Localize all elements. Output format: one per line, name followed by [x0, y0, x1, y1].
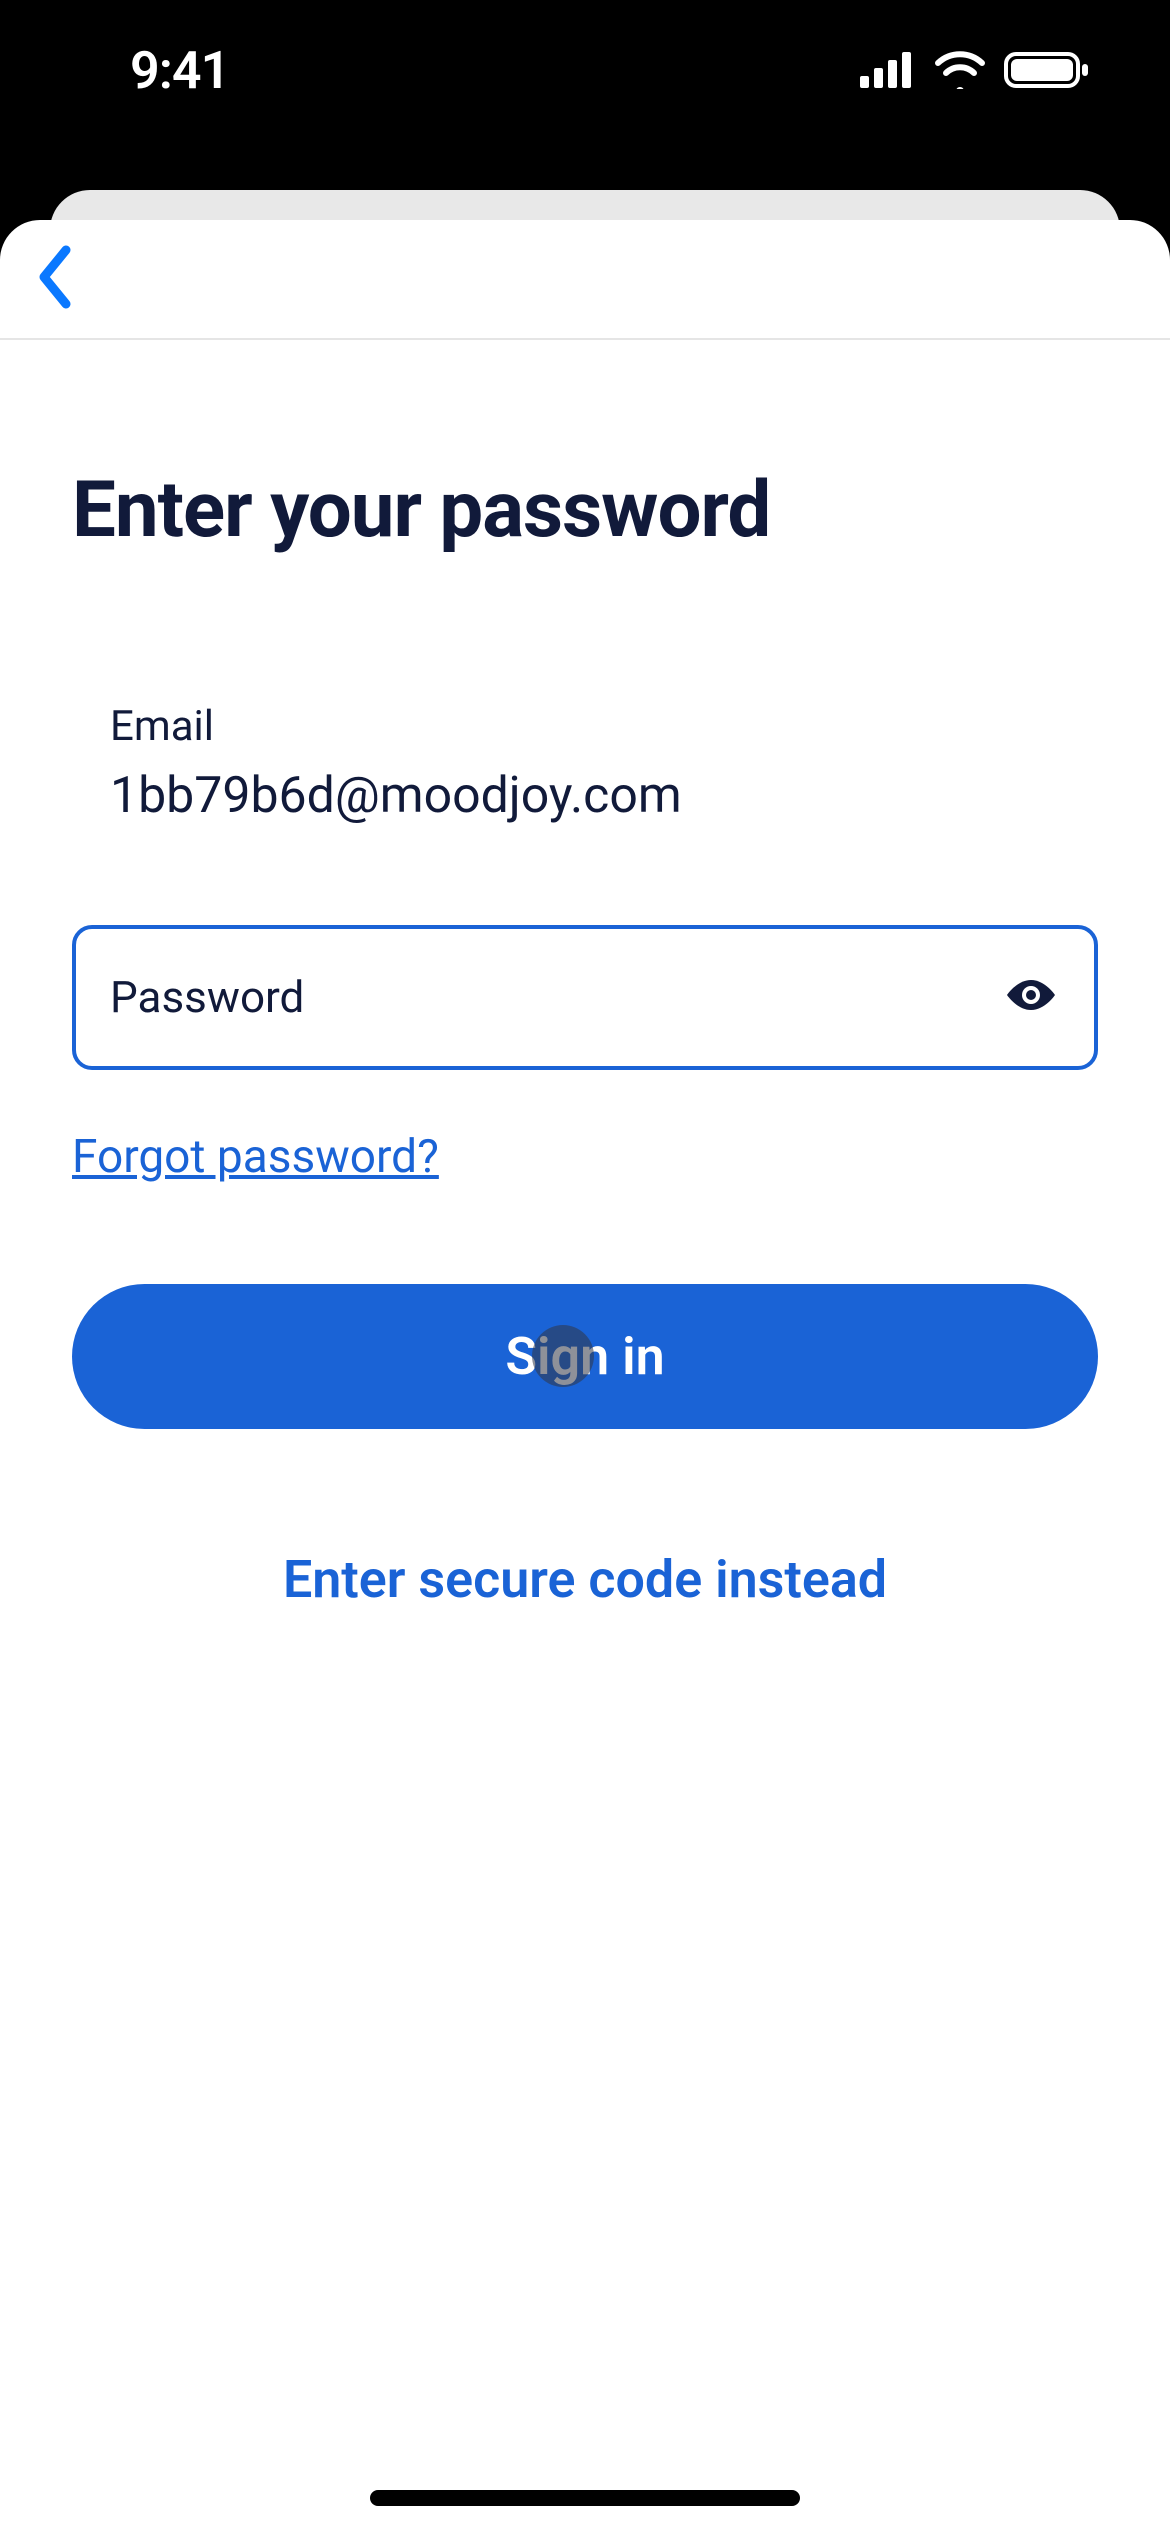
secure-code-link[interactable]: Enter secure code instead — [72, 1549, 1098, 1610]
wifi-icon — [934, 51, 986, 89]
status-time: 9:41 — [130, 40, 229, 101]
email-value: 1bb79b6d@moodjoy.com — [110, 767, 1098, 825]
cellular-signal-icon — [860, 52, 916, 88]
modal-sheet: Enter your password Email 1bb79b6d@moodj… — [0, 220, 1170, 2532]
battery-icon — [1004, 50, 1090, 90]
password-field[interactable]: Password — [72, 925, 1098, 1070]
status-bar: 9:41 — [0, 0, 1170, 140]
chevron-left-icon — [34, 244, 74, 314]
back-button[interactable] — [24, 249, 84, 309]
sign-in-button[interactable]: Sign in — [72, 1284, 1098, 1429]
page-title: Enter your password — [72, 470, 1098, 552]
status-indicators — [860, 50, 1090, 90]
email-label: Email — [110, 702, 1098, 751]
email-display: Email 1bb79b6d@moodjoy.com — [72, 702, 1098, 825]
nav-bar — [0, 220, 1170, 340]
touch-indicator-icon — [532, 1325, 594, 1387]
forgot-password-link[interactable]: Forgot password? — [72, 1130, 439, 1184]
home-indicator[interactable] — [370, 2490, 800, 2506]
